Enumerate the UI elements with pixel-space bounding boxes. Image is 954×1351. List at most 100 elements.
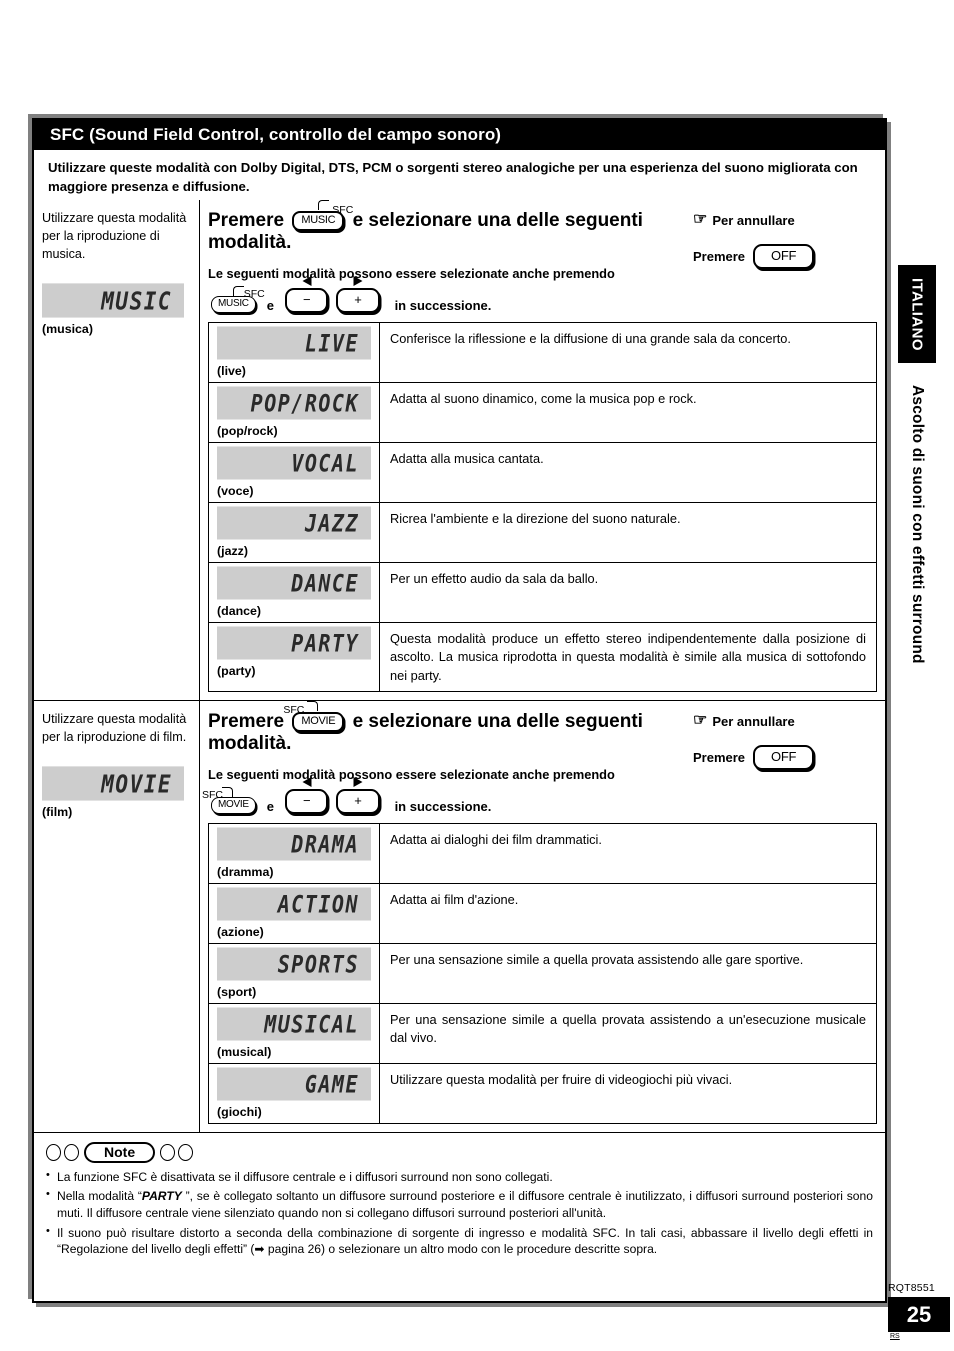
arrow-right-icon <box>353 276 363 287</box>
sfc-leader-icon <box>233 285 245 296</box>
table-row: LIVE (live) Conferisce la riflessione e … <box>209 322 877 383</box>
table-row: SPORTS (sport) Per una sensazione simile… <box>209 943 877 1004</box>
lcd-caption-drama: (dramma) <box>217 864 274 879</box>
music-left-lcd-group: MUSIC (musica) <box>42 283 184 337</box>
lcd-caption-vocal: (voce) <box>217 483 254 498</box>
music-plus-key-group: + <box>336 276 380 313</box>
page-number-sub: RS <box>890 1333 900 1340</box>
note-bullet-list: La funzione SFC è disattivata se il diff… <box>46 1168 873 1258</box>
movie-section: Utilizzare questa modalità per la riprod… <box>34 700 885 1132</box>
movie-headline-prefix: Premere <box>208 711 285 733</box>
lcd-caption-game: (giochi) <box>217 1104 262 1119</box>
mode-description: Questa modalità produce un effetto stere… <box>379 622 876 692</box>
note-block: Note La funzione SFC è disattivata se il… <box>34 1131 885 1271</box>
music-minus-key-group: − <box>284 276 329 313</box>
music-headline-prefix: Premere <box>208 210 285 232</box>
movie-headline-key-group: SFC MOVIE <box>283 701 345 733</box>
music-left-column: Utilizzare questa modalità per la riprod… <box>34 200 200 701</box>
arrow-left-icon <box>302 276 312 287</box>
movie-right-column: ☞ Per annullare Premere OFF Premere SFC … <box>200 701 885 1131</box>
ellipse-decoration-icon <box>64 1143 79 1161</box>
lcd-display-game: GAME <box>217 1066 371 1101</box>
document-code: RQT8551 <box>888 1282 935 1294</box>
plus-button-movie[interactable]: + <box>336 788 380 814</box>
sfc-flag-label-movie: SFC <box>283 704 305 717</box>
manual-page: SFC (Sound Field Control, controllo del … <box>0 0 954 1351</box>
lcd-display-musical: MUSICAL <box>217 1006 371 1041</box>
movie-headline-suffix: e selezionare una delle seguenti <box>352 711 643 733</box>
movie-press-suffix: in successione. <box>394 798 492 814</box>
movie-left-description: Utilizzare questa modalità per la riprod… <box>42 712 187 745</box>
mode-description: Conferisce la riflessione e la diffusion… <box>379 322 876 382</box>
sfc-leader-icon <box>318 200 330 211</box>
page-number: 25 <box>888 1297 950 1332</box>
lcd-caption-party: (party) <box>217 663 256 678</box>
lcd-display-live: LIVE <box>217 326 371 360</box>
lcd-display-jazz: JAZZ <box>217 506 371 540</box>
arrow-left-icon <box>302 776 312 787</box>
mode-description: Per una sensazione simile a quella prova… <box>379 1003 876 1063</box>
page-title: SFC (Sound Field Control, controllo del … <box>34 120 885 150</box>
music-headline-line2: modalità. <box>208 232 292 254</box>
table-row: DRAMA (dramma) Adatta ai dialoghi dei fi… <box>209 823 877 884</box>
note-header: Note <box>46 1141 873 1163</box>
lcd-caption-poprock: (pop/rock) <box>217 423 278 438</box>
mode-lcd-cell: SPORTS (sport) <box>209 944 379 1003</box>
minus-button-movie[interactable]: − <box>284 788 329 814</box>
music-mode-table: LIVE (live) Conferisce la riflessione e … <box>208 321 877 693</box>
sfc-leader-icon <box>222 786 234 797</box>
sfc-flag-label-movie-2: SFC <box>202 788 223 801</box>
movie-mode-table: DRAMA (dramma) Adatta ai dialoghi dei fi… <box>208 822 877 1124</box>
lcd-display-vocal: VOCAL <box>217 446 371 480</box>
music-headline-suffix: e selezionare una delle seguenti <box>352 210 643 232</box>
mode-description: Ricrea l'ambiente e la direzione del suo… <box>379 502 876 562</box>
table-row: JAZZ (jazz) Ricrea l'ambiente e la direz… <box>209 502 877 563</box>
list-item: Il suono può risultare distorto a second… <box>46 1224 873 1258</box>
lcd-caption-music: (musica) <box>42 322 93 337</box>
mode-description: Per una sensazione simile a quella prova… <box>379 943 876 1003</box>
lcd-display-movie: MOVIE <box>42 766 184 801</box>
music-press-and: e <box>266 297 274 313</box>
lcd-display-action: ACTION <box>217 886 371 921</box>
note-label: Note <box>84 1141 156 1163</box>
lcd-display-party: PARTY <box>217 626 371 660</box>
table-row: VOCAL (voce) Adatta alla musica cantata. <box>209 442 877 503</box>
lcd-caption-musical: (musical) <box>217 1044 272 1059</box>
lcd-display-sports: SPORTS <box>217 946 371 981</box>
music-press-row: SFC MUSIC e − + in successione. <box>200 276 885 322</box>
mode-lcd-cell: VOCAL (voce) <box>209 443 379 502</box>
music-headline: Premere SFC MUSIC e selezionare una dell… <box>200 200 885 254</box>
mode-lcd-cell: GAME (giochi) <box>209 1064 379 1123</box>
music-section: Utilizzare questa modalità per la riprod… <box>34 200 885 701</box>
mode-lcd-cell: ACTION (azione) <box>209 884 379 943</box>
ellipse-decoration-icon <box>178 1143 194 1161</box>
plus-button-music[interactable]: + <box>336 288 380 313</box>
minus-button-music[interactable]: − <box>284 288 329 313</box>
mode-lcd-cell: LIVE (live) <box>209 323 379 382</box>
movie-press-and: e <box>266 798 274 814</box>
note-text-pre: Nella modalità “ <box>57 1189 142 1204</box>
chapter-side-title: Ascolto di suoni con effetti surround <box>898 385 936 845</box>
chapter-side-title-label: Ascolto di suoni con effetti surround <box>909 385 926 664</box>
mode-description: Adatta al suono dinamico, come la musica… <box>379 382 876 442</box>
page-title-text: SFC (Sound Field Control, controllo del … <box>50 125 502 144</box>
mode-description: Utilizzare questa modalità per fruire di… <box>379 1063 876 1123</box>
movie-headline: Premere SFC MOVIE e selezionare una dell… <box>200 701 885 755</box>
ellipse-decoration-icon <box>46 1143 61 1161</box>
music-headline-key-group: SFC MUSIC <box>292 200 353 232</box>
music-left-description: Utilizzare questa modalità per la riprod… <box>42 211 187 262</box>
lcd-display-drama: DRAMA <box>217 826 371 861</box>
mode-description: Adatta ai film d'azione. <box>379 883 876 943</box>
table-row: POP/ROCK (pop/rock) Adatta al suono dina… <box>209 382 877 443</box>
lcd-display-dance: DANCE <box>217 566 371 600</box>
note-emphasis: PARTY <box>141 1189 182 1204</box>
lcd-display-music: MUSIC <box>42 283 184 318</box>
sfc-flag-label-music-2: SFC <box>243 287 265 300</box>
mode-description: Adatta alla musica cantata. <box>379 442 876 502</box>
music-right-column: ☞ Per annullare Premere OFF Premere SFC … <box>200 200 885 700</box>
lcd-caption-movie: (film) <box>42 805 73 820</box>
lcd-display-poprock: POP/ROCK <box>217 386 371 420</box>
music-press-key-group: SFC MUSIC <box>211 285 265 313</box>
mode-lcd-cell: MUSICAL (musical) <box>209 1004 379 1063</box>
music-press-suffix: in successione. <box>394 297 492 313</box>
